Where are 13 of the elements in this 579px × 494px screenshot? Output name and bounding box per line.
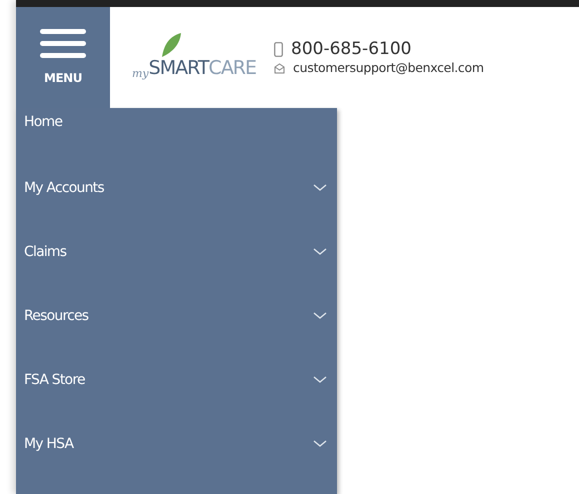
phone-number: 800-685-6100 [291,39,412,60]
sidebar-item[interactable]: My Accounts [16,156,337,220]
sidebar-item[interactable]: Resources [16,284,337,348]
sidebar-item[interactable]: Claims [16,220,337,284]
leaf-icon [160,32,182,58]
sidebar-item[interactable]: My HSA [16,412,337,476]
sidebar-item[interactable]: FSA Store [16,348,337,412]
menu-button[interactable]: MENU [16,7,110,108]
sidebar-item[interactable]: Home [16,108,337,156]
email-icon [274,62,286,74]
phone-icon [274,42,284,58]
email-address: customersupport@benxcel.com [293,60,484,76]
menu-icon [40,28,86,58]
